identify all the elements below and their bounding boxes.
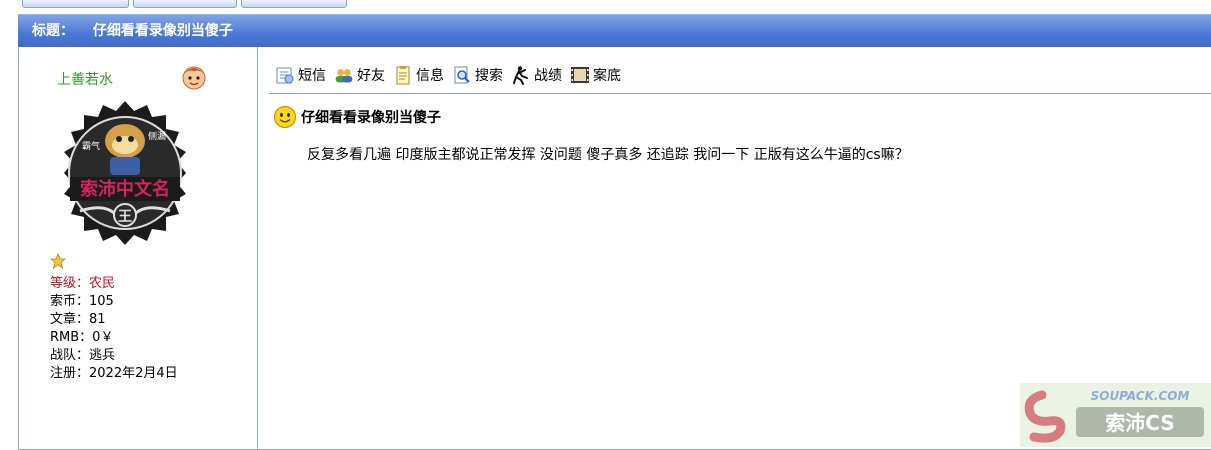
toolbar-film-label: 案底 <box>593 68 621 84</box>
toolbar-friends-label: 好友 <box>357 68 385 84</box>
user-avatar: 索沛中文名 霸气 侧漏 王 <box>50 99 200 247</box>
stat-team: 战队：逃兵 <box>50 348 116 363</box>
watermark-bottom-text: 索沛CS <box>1105 411 1174 435</box>
avatar-text: 索沛中文名 <box>80 178 170 199</box>
top-button-3[interactable] <box>241 0 347 8</box>
toolbar-info[interactable]: 信息 <box>393 65 444 85</box>
username-link[interactable]: 上善若水 <box>57 69 113 89</box>
toolbar-friends[interactable]: 好友 <box>334 65 385 85</box>
toolbar-record-label: 战绩 <box>534 68 562 84</box>
message-icon <box>276 67 294 84</box>
user-profile-column: 上善若水 索沛中文名 霸气 侧漏 王 等级：农民 索币：105 文章：81 RM… <box>19 47 258 449</box>
stat-coins: 索币：105 <box>50 294 114 309</box>
stat-register-date: 注册：2022年2月4日 <box>50 366 178 381</box>
user-face-icon <box>182 66 206 90</box>
stat-rmb: RMB：0￥ <box>50 330 114 345</box>
record-icon <box>513 66 528 85</box>
toolbar-divider <box>269 93 1211 94</box>
toolbar-film[interactable]: 案底 <box>570 65 621 85</box>
toolbar-search[interactable]: 搜索 <box>452 65 503 85</box>
post-body-text: 反复多看几遍 印度版主都说正常发挥 没问题 傻子真多 还追踪 我问一下 正版有这… <box>307 147 909 163</box>
title-label: 标题： <box>32 23 74 39</box>
stat-rank: 等级：农民 <box>50 276 116 291</box>
user-stats: 等级：农民 索币：105 文章：81 RMB：0￥ 战队：逃兵 注册：2022年… <box>50 275 178 383</box>
toolbar-record[interactable]: 战绩 <box>511 65 562 85</box>
site-watermark-logo: SOUPACK.COM 索沛CS <box>1020 383 1211 447</box>
toolbar-message[interactable]: 短信 <box>275 65 326 85</box>
friends-icon <box>335 69 353 83</box>
thread-title: 仔细看看录像别当傻子 <box>92 23 233 39</box>
avatar-tag-1: 霸气 <box>82 140 100 152</box>
stat-articles: 文章：81 <box>50 312 106 327</box>
rank-star-icon <box>50 253 66 269</box>
film-icon <box>571 67 589 83</box>
avatar-tag-2: 侧漏 <box>148 130 166 142</box>
toolbar-info-label: 信息 <box>416 68 444 84</box>
top-button-2[interactable] <box>133 0 237 8</box>
post-title-text: 仔细看看录像别当傻子 <box>301 110 441 126</box>
smiley-icon <box>273 105 297 129</box>
toolbar-search-label: 搜索 <box>475 68 503 84</box>
toolbar-message-label: 短信 <box>298 68 326 84</box>
post-heading: 仔细看看录像别当傻子 <box>273 105 441 129</box>
top-button-row <box>22 0 347 8</box>
info-icon <box>396 66 410 85</box>
user-action-toolbar: 短信 好友 信息 搜索 战绩 案底 <box>275 63 629 87</box>
thread-title-bar: 标题： 仔细看看录像别当傻子 <box>18 14 1211 47</box>
top-button-1[interactable] <box>22 0 129 8</box>
watermark-top-text: SOUPACK.COM <box>1091 389 1190 403</box>
avatar-emblem: 王 <box>118 209 132 225</box>
search-icon <box>454 66 470 84</box>
